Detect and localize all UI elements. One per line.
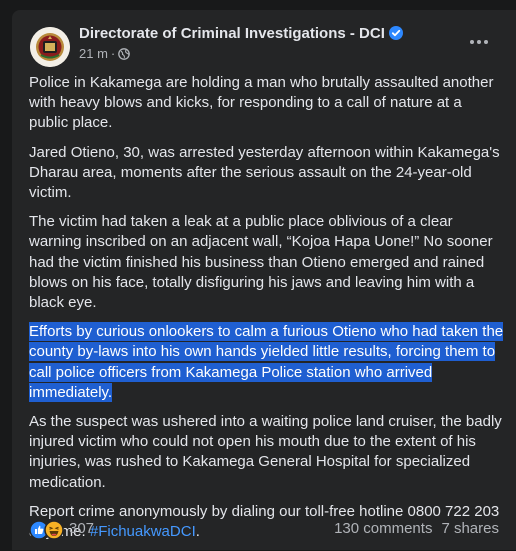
shares-count-link[interactable]: 7 shares [441,520,499,537]
meta-separator: · [110,46,116,61]
post-card: Directorate of Criminal Investigations -… [12,10,516,550]
page-avatar[interactable] [30,27,70,67]
reaction-count: 307 [69,520,95,537]
post-timestamp[interactable]: 21 m [79,46,108,61]
verified-badge-icon [388,26,403,40]
dci-logo-icon [30,27,70,67]
more-options-icon [470,40,488,44]
post-body: Police in Kakamega are holding a man who… [29,73,504,551]
post-paragraph: As the suspect was ushered into a waitin… [29,413,502,491]
selected-text: Efforts by curious onlookers to calm a f… [29,322,504,402]
page-name-link[interactable]: Directorate of Criminal Investigations -… [79,25,403,42]
comments-count-link[interactable]: 130 comments [334,520,432,537]
more-options-button[interactable] [466,32,492,52]
post-paragraph: Police in Kakamega are holding a man who… [29,74,494,132]
page-name[interactable]: Directorate of Criminal Investigations -… [79,25,385,42]
globe-icon [118,48,131,60]
post-paragraph: Jared Otieno, 30, was arrested yesterday… [29,143,500,202]
post-footer: 307 130 comments 7 shares [29,518,499,540]
post-paragraph-selected: Efforts by curious onlookers to calm a f… [29,322,504,403]
post-meta: 21 m · [79,46,131,61]
haha-icon [44,520,64,540]
post-paragraph: The victim had taken a leak at a public … [29,213,493,312]
engagement-stats: 130 comments 7 shares [334,520,499,537]
